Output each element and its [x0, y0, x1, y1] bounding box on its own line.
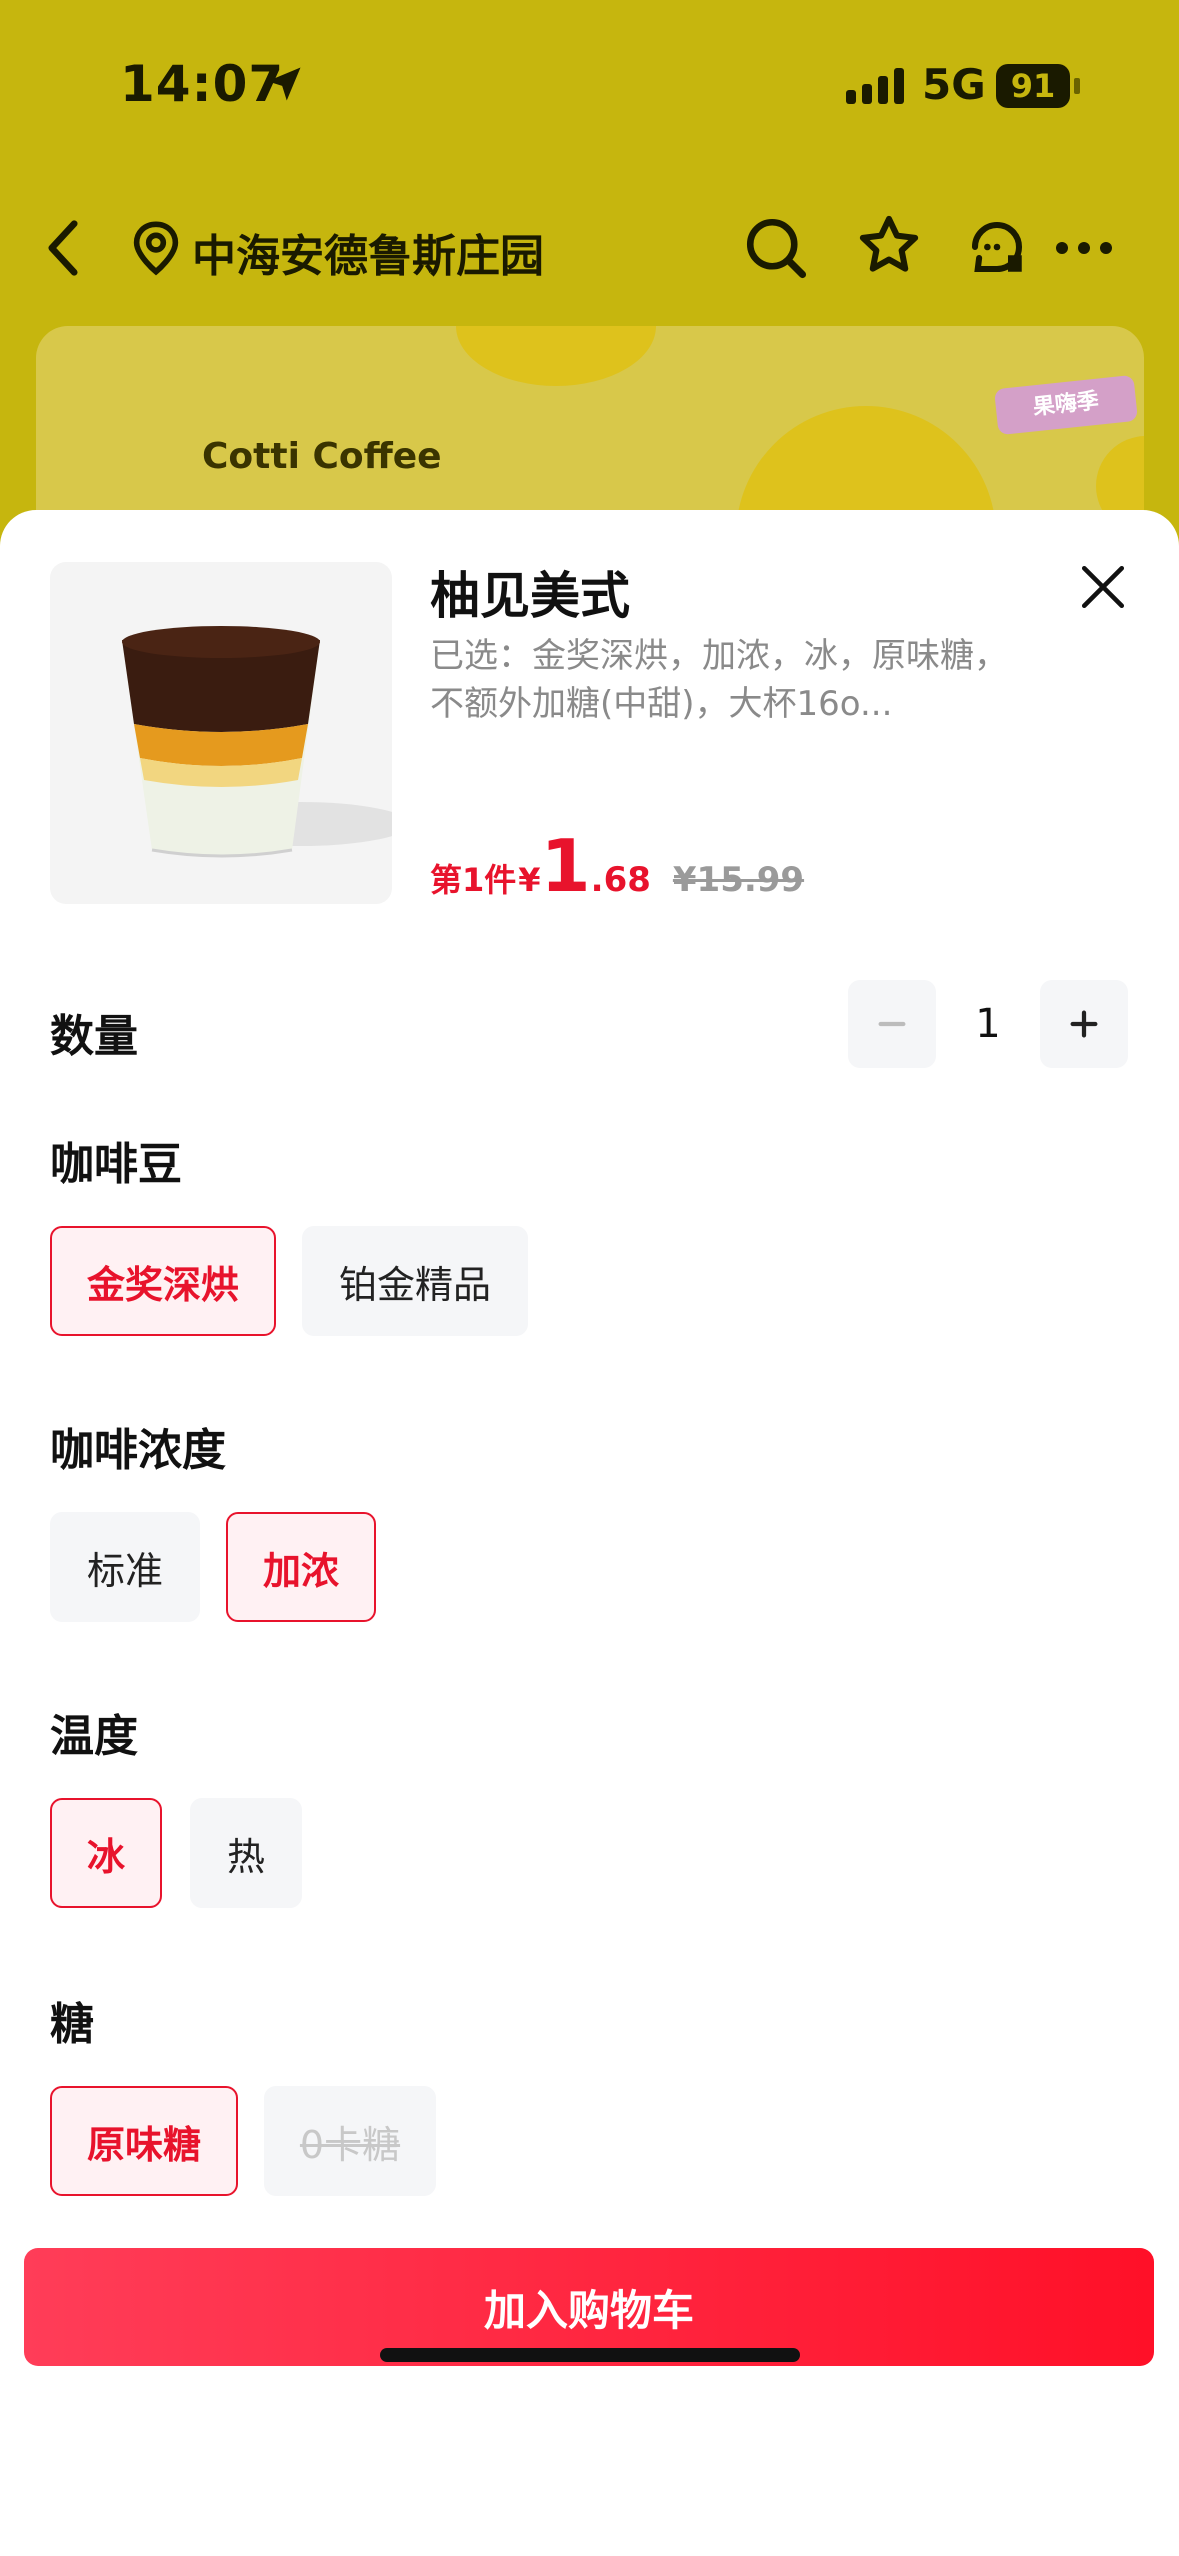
plus-icon [1070, 1010, 1098, 1038]
temperature-label: 温度 [50, 1711, 138, 1762]
banner-brand-text: Cotti Coffee [202, 436, 442, 477]
close-icon[interactable] [1078, 562, 1128, 612]
location-pin-icon [133, 221, 179, 276]
quantity-minus-button[interactable] [848, 980, 936, 1068]
quantity-value: 1 [975, 1001, 1001, 1047]
battery-tip [1074, 78, 1080, 94]
quantity-label: 数量 [50, 1011, 138, 1062]
search-icon[interactable] [742, 214, 808, 280]
favorite-star-icon[interactable] [856, 212, 922, 278]
minus-icon [878, 1021, 906, 1027]
price-integer: 1 [540, 824, 591, 908]
option-sugar-zero-cal: 0卡糖 [264, 2086, 436, 2196]
option-bean-platinum[interactable]: 铂金精品 [302, 1226, 528, 1336]
original-price: ¥15.99 [672, 860, 805, 900]
option-sugar-original[interactable]: 原味糖 [50, 2086, 238, 2196]
home-indicator[interactable] [380, 2348, 800, 2362]
product-options-sheet: 柚见美式 已选：金奖深烘，加浓，冰，原味糖，不额外加糖(中甜)，大杯16o...… [0, 510, 1179, 2556]
sugar-label: 糖 [50, 1999, 94, 2050]
option-temperature-hot[interactable]: 热 [190, 1798, 302, 1908]
background-page: 14:07 5G 91 中海安德鲁斯庄园 Cotti Coffee 果嗨季 [0, 0, 1179, 626]
bean-label: 咖啡豆 [50, 1139, 182, 1190]
coffee-cup-icon [122, 626, 392, 858]
status-time: 14:07 [120, 55, 285, 113]
price-decimal: .68 [590, 860, 651, 900]
product-image [50, 562, 392, 904]
selected-summary: 已选：金奖深烘，加浓，冰，原味糖，不额外加糖(中甜)，大杯16o... [430, 636, 1008, 724]
option-temperature-ice[interactable]: 冰 [50, 1798, 162, 1908]
more-dots-icon[interactable] [1056, 238, 1122, 258]
store-name[interactable]: 中海安德鲁斯庄园 [192, 220, 544, 284]
price-row: 第1件 ¥ 1 .68 ¥15.99 [430, 830, 804, 902]
banner-badge: 果嗨季 [993, 374, 1139, 436]
quantity-plus-button[interactable] [1040, 980, 1128, 1068]
customer-service-icon[interactable] [964, 214, 1030, 280]
price-prefix: 第1件 [430, 861, 517, 899]
strength-label: 咖啡浓度 [50, 1425, 226, 1476]
location-arrow-icon [267, 67, 301, 101]
signal-icon [846, 68, 904, 104]
battery-icon: 91 [996, 64, 1070, 108]
status-bar: 14:07 5G 91 [0, 0, 1179, 170]
price-currency: ¥ [518, 861, 541, 899]
option-strength-extra[interactable]: 加浓 [226, 1512, 376, 1622]
network-label: 5G [922, 60, 986, 109]
back-arrow-icon[interactable] [40, 218, 86, 278]
option-strength-standard[interactable]: 标准 [50, 1512, 200, 1622]
option-bean-gold-dark-roast[interactable]: 金奖深烘 [50, 1226, 276, 1336]
product-title: 柚见美式 [430, 567, 630, 625]
